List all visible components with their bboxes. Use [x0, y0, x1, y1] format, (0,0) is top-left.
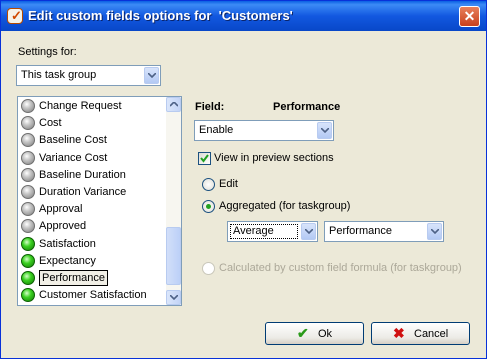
- gray-status-icon: [21, 116, 35, 131]
- view-in-preview-label: View in preview sections: [214, 152, 334, 164]
- scroll-down-button[interactable]: [166, 290, 181, 305]
- view-in-preview-checkbox[interactable]: [198, 152, 211, 165]
- edit-radio[interactable]: [202, 178, 215, 191]
- list-item[interactable]: Approval: [20, 201, 165, 218]
- list-item[interactable]: Baseline Cost: [20, 132, 165, 149]
- chevron-down-icon[interactable]: [427, 223, 442, 240]
- green-status-icon: [21, 271, 35, 285]
- list-item-label: Variance Cost: [39, 151, 108, 164]
- list-item-label: Baseline Cost: [39, 134, 107, 147]
- gray-status-icon: [21, 99, 35, 113]
- list-item-label: Satisfaction: [39, 237, 96, 250]
- list-item[interactable]: Cost: [20, 115, 165, 132]
- custom-fields-list[interactable]: Change Request Cost Baseline Cost Variance …: [17, 96, 182, 306]
- aggregate-field-select[interactable]: Performance: [324, 221, 444, 242]
- list-item-label: Approval: [39, 203, 83, 216]
- cross-icon: ✖: [393, 325, 405, 341]
- list-item-label: Duration Variance: [39, 186, 127, 198]
- list-scrollbar[interactable]: [166, 97, 181, 305]
- list-item[interactable]: Satisfaction: [20, 236, 165, 253]
- aggregated-radio-label: Aggregated (for taskgroup): [219, 200, 351, 212]
- gray-status-icon: [21, 202, 35, 217]
- gray-status-icon: [21, 167, 35, 182]
- aggregate-field-value: Performance: [329, 225, 392, 237]
- aggregate-function-value: Average: [230, 224, 298, 239]
- checkmark-icon: ✔: [297, 325, 309, 341]
- list-item[interactable]: Duration Variance: [20, 184, 165, 201]
- title-bar[interactable]: ✓ Edit custom fields options for 'Custom…: [1, 1, 486, 31]
- scroll-thumb[interactable]: [166, 227, 181, 285]
- gray-status-icon: [21, 219, 35, 234]
- cancel-button[interactable]: ✖ Cancel: [371, 322, 470, 345]
- gray-status-icon: [21, 150, 35, 165]
- list-item[interactable]: Expectancy: [20, 253, 165, 270]
- field-label: Field:: [195, 101, 225, 113]
- list-item[interactable]: Baseline Duration: [20, 167, 165, 184]
- list-item-label: Cost: [39, 117, 62, 130]
- app-check-icon: ✓: [7, 8, 23, 24]
- settings-for-select[interactable]: This task group: [16, 65, 161, 86]
- chevron-down-icon[interactable]: [301, 223, 316, 240]
- aggregated-radio[interactable]: [202, 200, 215, 213]
- settings-for-value: This task group: [21, 69, 97, 81]
- enable-select[interactable]: Enable: [194, 120, 334, 141]
- list-item-label: Change Request: [39, 100, 122, 112]
- ok-button[interactable]: ✔ Ok: [265, 322, 364, 345]
- dialog-title: Edit custom fields options for 'Customer…: [28, 8, 293, 23]
- list-item[interactable]: Change Request: [20, 98, 165, 115]
- settings-for-label: Settings for:: [18, 46, 77, 58]
- list-item[interactable]: Approved: [20, 218, 165, 235]
- gray-status-icon: [21, 133, 35, 148]
- list-item-label: Approved: [39, 220, 87, 233]
- chevron-down-icon[interactable]: [144, 67, 159, 84]
- list-item-label: Baseline Duration: [39, 168, 126, 181]
- calculated-radio-label: Calculated by custom field formula (for …: [219, 262, 462, 274]
- green-status-icon: [21, 288, 35, 303]
- cancel-button-label: Cancel: [414, 328, 449, 340]
- list-item[interactable]: Customer Satisfaction: [20, 287, 165, 304]
- chevron-down-icon[interactable]: [317, 122, 332, 139]
- ok-button-label: Ok: [318, 328, 333, 340]
- close-button[interactable]: ✕: [459, 6, 480, 27]
- list-item[interactable]: Variance Cost: [20, 150, 165, 167]
- list-item-label: Expectancy: [39, 254, 96, 267]
- scroll-up-button[interactable]: [166, 97, 181, 112]
- aggregate-function-select[interactable]: Average: [227, 221, 318, 242]
- gray-status-icon: [21, 185, 35, 199]
- green-status-icon: [21, 253, 35, 268]
- field-name: Performance: [273, 101, 341, 113]
- list-item[interactable]: Performance: [20, 270, 165, 287]
- calculated-radio[interactable]: [202, 262, 215, 275]
- enable-select-value: Enable: [199, 124, 234, 136]
- edit-radio-label: Edit: [219, 178, 238, 190]
- list-item-label: Performance: [39, 270, 108, 286]
- list-item-label: Customer Satisfaction: [39, 289, 147, 302]
- dialog-window: ✓ Edit custom fields options for 'Custom…: [0, 0, 487, 359]
- green-status-icon: [21, 236, 35, 251]
